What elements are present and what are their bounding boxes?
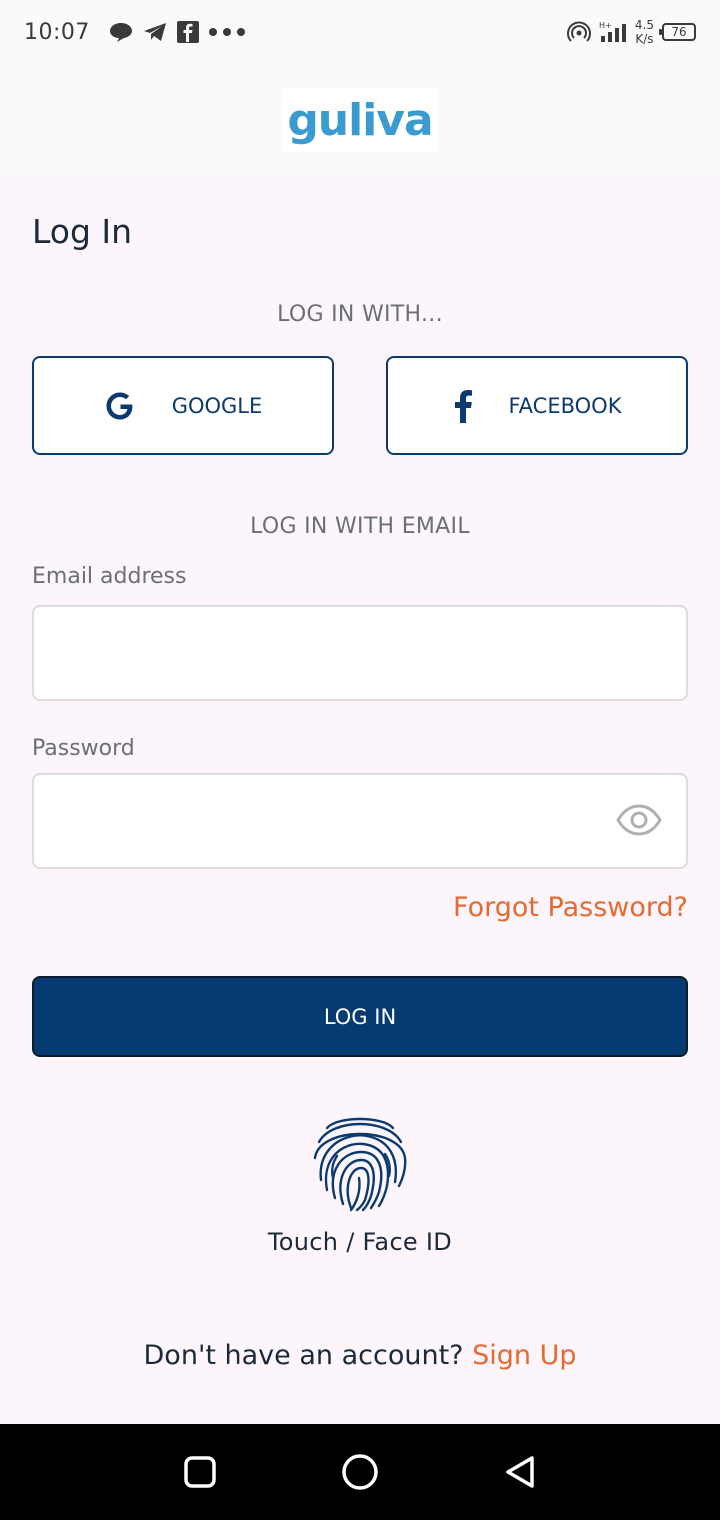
system-status-icons: H+ 4.5 K/s 76 xyxy=(566,18,696,46)
facebook-login-button[interactable]: FACEBOOK xyxy=(386,356,688,455)
social-login-heading: LOG IN WITH... xyxy=(277,302,443,327)
google-label: GOOGLE xyxy=(171,393,263,418)
system-nav-bar xyxy=(0,1424,720,1520)
forgot-password-link[interactable]: Forgot Password? xyxy=(453,892,688,923)
status-time: 10:07 xyxy=(24,19,90,45)
status-bar: 10:07 H+ 4.5 K/s 76 xyxy=(0,0,720,64)
home-icon xyxy=(342,1454,378,1490)
signup-prompt: Don't have an account? xyxy=(143,1340,464,1371)
password-field[interactable] xyxy=(32,773,688,869)
fingerprint-icon[interactable] xyxy=(307,1106,413,1216)
svg-text:H+: H+ xyxy=(599,21,612,30)
login-form: Log In LOG IN WITH... GOOGLE FACEBOOK LO… xyxy=(0,176,720,1424)
network-speed: 4.5 K/s xyxy=(635,18,654,46)
signal-icon: H+ xyxy=(599,21,626,42)
google-icon xyxy=(104,390,136,422)
notification-icons xyxy=(108,20,248,44)
recents-button[interactable] xyxy=(170,1442,230,1502)
login-button[interactable]: LOG IN xyxy=(32,976,688,1057)
email-field[interactable] xyxy=(32,605,688,701)
home-button[interactable] xyxy=(330,1442,390,1502)
biometric-label: Touch / Face ID xyxy=(267,1228,453,1256)
facebook-icon xyxy=(453,389,473,423)
back-icon xyxy=(506,1456,534,1488)
speed-unit: K/s xyxy=(635,32,654,46)
email-label: Email address xyxy=(32,564,187,589)
battery-icon: 76 xyxy=(659,23,696,41)
more-notifications-icon xyxy=(208,28,245,36)
recents-icon xyxy=(184,1456,216,1488)
signup-link[interactable]: Sign Up xyxy=(472,1340,576,1371)
logo-text: guliva xyxy=(287,94,433,146)
google-login-button[interactable]: GOOGLE xyxy=(32,356,334,455)
speed-value: 4.5 xyxy=(634,18,654,32)
facebook-label: FACEBOOK xyxy=(508,393,622,418)
hotspot-icon xyxy=(566,21,591,42)
app-header: guliva xyxy=(0,64,720,176)
brand-logo: guliva xyxy=(282,88,438,152)
page-title: Log In xyxy=(32,212,133,251)
email-login-heading: LOG IN WITH EMAIL xyxy=(250,514,470,539)
telegram-icon xyxy=(143,23,166,41)
back-button[interactable] xyxy=(490,1442,550,1502)
chat-icon xyxy=(109,23,132,42)
signup-prompt-row: Don't have an account? Sign Up xyxy=(0,1340,720,1371)
battery-level: 76 xyxy=(671,25,687,39)
eye-icon[interactable] xyxy=(616,803,662,841)
password-label: Password xyxy=(32,736,135,761)
facebook-notification-icon xyxy=(176,21,199,43)
